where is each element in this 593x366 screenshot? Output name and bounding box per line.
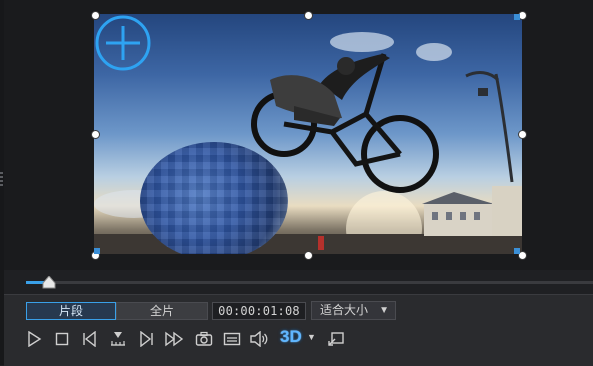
previous-frame-button[interactable]: [80, 329, 100, 349]
detach-preview-button[interactable]: [326, 329, 346, 349]
stop-button[interactable]: [52, 329, 72, 349]
play-button[interactable]: [24, 329, 44, 349]
resize-handle-top-left[interactable]: [91, 11, 100, 20]
detach-preview-icon: [328, 332, 344, 346]
next-frame-button[interactable]: [136, 329, 156, 349]
volume-button[interactable]: [249, 329, 269, 349]
3d-mode-dropdown-icon[interactable]: ▼: [307, 332, 316, 342]
video-frame[interactable]: [94, 14, 522, 254]
resize-handle-bottom[interactable]: [304, 251, 313, 260]
mosaic-blur-region[interactable]: [140, 142, 288, 254]
corner-marker-top-right: [514, 14, 520, 20]
tracking-target-icon[interactable]: [94, 14, 152, 72]
next-frame-icon: [140, 331, 153, 347]
play-icon: [28, 331, 42, 347]
splitter-grip[interactable]: [0, 172, 3, 188]
mark-in-icon: [111, 332, 125, 346]
chevron-down-icon: ▼: [379, 305, 389, 316]
tab-clip[interactable]: 片段: [26, 302, 116, 320]
3d-mode-icon[interactable]: 3D: [280, 326, 306, 348]
snapshot-icon: [195, 331, 213, 346]
zoom-fit-value: 适合大小: [320, 303, 369, 317]
zoom-fit-select[interactable]: 适合大小 ▼: [311, 301, 396, 320]
resize-handle-top[interactable]: [304, 11, 313, 20]
corner-marker-bottom-right: [514, 248, 520, 254]
stop-icon: [55, 332, 69, 346]
fast-forward-button[interactable]: [164, 329, 184, 349]
timecode-display[interactable]: 00:00:01:08: [212, 302, 306, 320]
subtitle-button[interactable]: [222, 329, 242, 349]
pixelated-area: [140, 142, 288, 254]
snapshot-button[interactable]: [194, 329, 214, 349]
previous-frame-icon: [83, 331, 96, 347]
resize-handle-left[interactable]: [91, 130, 100, 139]
mark-in-button[interactable]: [108, 329, 128, 349]
volume-icon: [250, 331, 268, 347]
fast-forward-icon: [165, 331, 184, 347]
playhead-handle[interactable]: [42, 276, 56, 289]
subtitle-icon: [223, 332, 241, 346]
timeline-track[interactable]: [26, 281, 593, 284]
corner-marker-bottom-left: [94, 248, 100, 254]
tab-full-movie[interactable]: 全片: [116, 302, 208, 320]
resize-handle-right[interactable]: [518, 130, 527, 139]
